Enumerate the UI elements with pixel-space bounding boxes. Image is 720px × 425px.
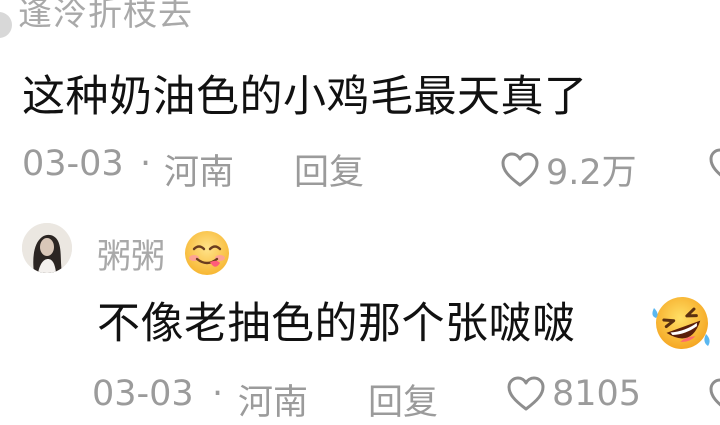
like-button[interactable]: 9.2万 [500, 144, 637, 195]
yum-face-icon [183, 229, 231, 277]
comment-username[interactable]: 逢泠折枝去 [18, 0, 193, 35]
reply-button[interactable]: 回复 [368, 374, 438, 425]
comment-list: 逢泠折枝去 这种奶油色的小鸡毛最天真了 03-03 · 河南 回复 9.2万 粥… [0, 0, 720, 423]
meta-separator: · [140, 144, 152, 184]
comment-username[interactable]: 粥粥 [97, 229, 165, 278]
comment-date: 03-03 [92, 374, 194, 414]
comment-text[interactable]: 这种奶油色的小鸡毛最天真了 [22, 62, 588, 124]
heart-outline-icon [507, 376, 545, 411]
meta-separator: · [212, 374, 224, 414]
heart-outline-icon [501, 152, 539, 186]
like-count: 9.2万 [546, 153, 637, 193]
comment-location: 河南 [238, 383, 309, 423]
avatar[interactable] [22, 223, 72, 273]
comment-location: 河南 [164, 153, 235, 193]
heart-outline-icon[interactable] [708, 378, 720, 408]
like-count: 8105 [552, 374, 642, 414]
rofl-face-icon [650, 294, 714, 352]
avatar[interactable] [0, 12, 12, 38]
heart-outline-icon[interactable] [708, 148, 720, 178]
like-button[interactable]: 8105 [506, 374, 641, 414]
comment-date: 03-03 [22, 144, 124, 184]
reply-button[interactable]: 回复 [294, 144, 364, 195]
comment-text[interactable]: 不像老抽色的那个张啵啵 [97, 289, 576, 351]
